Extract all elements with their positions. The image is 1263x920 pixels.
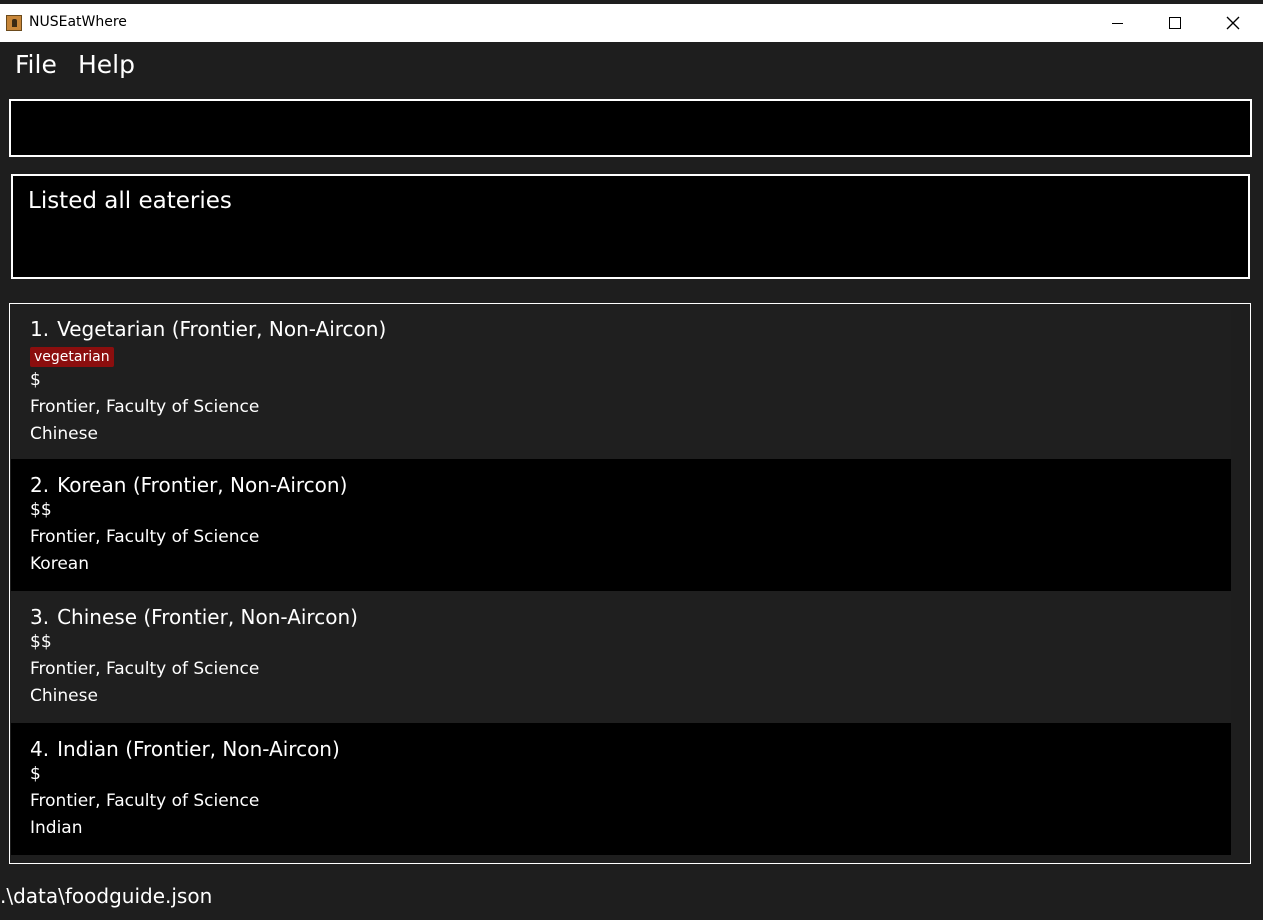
window-title: NUSEatWhere xyxy=(29,14,127,30)
eatery-name: 4. Indian (Frontier, Non-Aircon) xyxy=(30,737,340,761)
eatery-cuisine: Indian xyxy=(30,818,83,838)
eatery-location: Frontier, Faculty of Science xyxy=(30,527,260,547)
eatery-price: $$ xyxy=(30,500,52,520)
command-box xyxy=(9,99,1252,157)
maximize-button[interactable] xyxy=(1146,4,1204,42)
eatery-location: Frontier, Faculty of Science xyxy=(30,397,260,417)
eatery-price: $ xyxy=(30,764,41,784)
eatery-list[interactable]: 1. Vegetarian (Frontier, Non-Aircon) vege… xyxy=(9,303,1251,864)
maximize-icon xyxy=(1169,17,1181,29)
menu-bar: File Help xyxy=(0,42,1263,92)
eatery-card[interactable]: 1. Vegetarian (Frontier, Non-Aircon) vege… xyxy=(11,305,1231,459)
app-icon xyxy=(6,15,22,31)
title-bar: NUSEatWhere xyxy=(0,4,1263,42)
eatery-name: 2. Korean (Frontier, Non-Aircon) xyxy=(30,473,348,497)
close-icon xyxy=(1226,16,1240,30)
eatery-name: 3. Chinese (Frontier, Non-Aircon) xyxy=(30,605,358,629)
close-button[interactable] xyxy=(1204,4,1262,42)
minimize-button[interactable] xyxy=(1088,4,1146,42)
eatery-cuisine: Korean xyxy=(30,554,89,574)
eatery-cuisine: Chinese xyxy=(30,686,98,706)
eatery-index: 3. xyxy=(30,605,50,629)
eatery-cuisine: Chinese xyxy=(30,424,98,444)
scrollbar[interactable] xyxy=(1231,305,1250,862)
tag-badge: vegetarian xyxy=(30,347,114,367)
eatery-price: $ xyxy=(30,370,41,390)
status-file-path: .\data\foodguide.json xyxy=(0,884,213,908)
eatery-location: Frontier, Faculty of Science xyxy=(30,791,260,811)
minimize-icon xyxy=(1111,22,1123,24)
eatery-price: $$ xyxy=(30,632,52,652)
eatery-name: 1. Vegetarian (Frontier, Non-Aircon) xyxy=(30,317,387,341)
eatery-card[interactable]: 2. Korean (Frontier, Non-Aircon) $$ Front… xyxy=(11,459,1231,591)
result-display: Listed all eateries xyxy=(11,174,1250,279)
eatery-index: 4. xyxy=(30,737,50,761)
result-text: Listed all eateries xyxy=(28,188,232,214)
eatery-card[interactable]: 4. Indian (Frontier, Non-Aircon) $ Fronti… xyxy=(11,723,1231,855)
eatery-index: 2. xyxy=(30,473,50,497)
menu-file[interactable]: File xyxy=(15,50,57,79)
eatery-location: Frontier, Faculty of Science xyxy=(30,659,260,679)
command-input[interactable] xyxy=(11,101,1250,155)
menu-help[interactable]: Help xyxy=(78,50,135,79)
eatery-index: 1. xyxy=(30,317,50,341)
eatery-card[interactable]: 3. Chinese (Frontier, Non-Aircon) $$ Fron… xyxy=(11,591,1231,723)
